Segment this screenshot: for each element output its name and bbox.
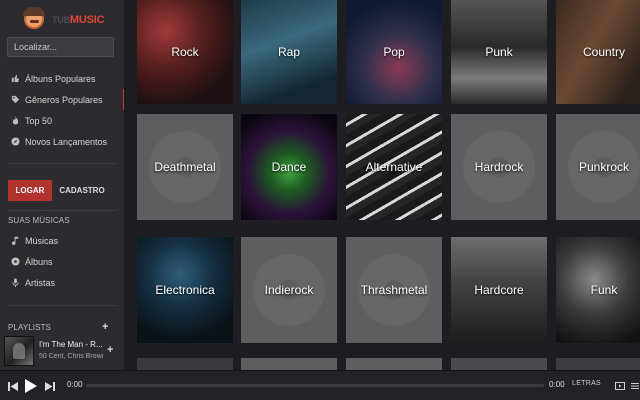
genre-tile-electronica[interactable]: Electronica: [137, 237, 233, 343]
disc-icon: [10, 257, 20, 267]
fire-icon: [10, 116, 20, 126]
genre-tile-country[interactable]: Country: [556, 0, 640, 104]
nav-item-label: Álbuns: [25, 256, 53, 267]
music-note-icon: [10, 236, 20, 246]
genre-tile-row4[interactable]: [137, 358, 233, 370]
album-art-thumbnail: [4, 336, 34, 366]
nav-item-top-50[interactable]: Top 50: [0, 110, 124, 131]
now-playing-artist: 50 Cent, Chris Browi: [39, 353, 103, 360]
genre-tile-alternative[interactable]: Alternative: [346, 114, 442, 220]
genre-label: Pop: [383, 45, 405, 59]
sidebar: TUBMUSIC Álbuns Populares Gêneros Popula…: [0, 0, 125, 370]
genre-label: Deathmetal: [154, 160, 216, 174]
nav-item-new-releases[interactable]: Novos Lançamentos: [0, 131, 124, 152]
genre-label: Rap: [277, 45, 300, 59]
nav-item-label: Músicas: [25, 235, 59, 246]
genre-grid: Rock Rap Pop Punk Country Deathmetal Dan…: [125, 0, 640, 370]
genre-tile-deathmetal[interactable]: Deathmetal: [137, 114, 233, 220]
genre-label: Country: [582, 45, 626, 59]
genre-label: Dance: [271, 160, 307, 174]
genre-label: Indierock: [264, 283, 314, 297]
genre-tile-punkrock[interactable]: Punkrock: [556, 114, 640, 220]
progress-bar[interactable]: [86, 384, 544, 387]
divider: [8, 163, 116, 164]
genre-tile-indierock[interactable]: Indierock: [241, 237, 337, 343]
nav-item-label: Gêneros Populares: [25, 94, 103, 105]
genre-tile-row4[interactable]: [241, 358, 337, 370]
nav-item-songs[interactable]: Músicas: [0, 230, 124, 251]
nav-item-albums[interactable]: Álbuns: [0, 251, 124, 272]
my-music-title: SUAS MÚSICAS: [8, 216, 70, 225]
microphone-icon: [10, 278, 20, 288]
nav-item-popular-albums[interactable]: Álbuns Populares: [0, 68, 124, 89]
search-input[interactable]: [7, 37, 114, 57]
now-playing-title: I'm The Man - R...: [39, 340, 103, 349]
login-button[interactable]: LOGAR: [8, 180, 52, 201]
logo-mascot-icon: [23, 7, 45, 29]
genre-tile-hardrock[interactable]: Hardrock: [451, 114, 547, 220]
genre-tile-row4[interactable]: [346, 358, 442, 370]
current-time: 0:00: [67, 380, 83, 389]
logo-text: TUBMUSIC: [52, 14, 105, 26]
genre-label: Funk: [590, 283, 618, 297]
play-button[interactable]: [24, 378, 38, 394]
genre-label: Punkrock: [578, 160, 630, 174]
genre-tile-pop[interactable]: Pop: [346, 0, 442, 104]
genre-tile-rap[interactable]: Rap: [241, 0, 337, 104]
compass-icon: [10, 137, 20, 147]
genre-label: Punk: [485, 45, 513, 59]
genre-tile-hardcore[interactable]: Hardcore: [451, 237, 547, 343]
genre-label: Thrashmetal: [360, 283, 428, 297]
genre-tile-dance[interactable]: Dance: [241, 114, 337, 220]
divider: [8, 305, 116, 306]
queue-menu-icon[interactable]: [630, 378, 640, 394]
duration: 0:00: [549, 380, 565, 389]
register-button[interactable]: CADASTRO: [56, 180, 108, 201]
nav-item-label: Artistas: [25, 277, 56, 288]
nav-item-label: Top 50: [25, 115, 53, 126]
nav-item-popular-genres[interactable]: Gêneros Populares: [0, 89, 124, 110]
add-playlist-icon[interactable]: +: [102, 321, 108, 333]
now-playing[interactable]: I'm The Man - R... 50 Cent, Chris Browi …: [0, 336, 124, 368]
lyrics-button[interactable]: LETRAS: [572, 380, 601, 387]
genre-label: Alternative: [365, 160, 423, 174]
genre-label: Electronica: [155, 283, 215, 297]
genre-tile-punk[interactable]: Punk: [451, 0, 547, 104]
my-music-nav: Músicas Álbuns Artistas: [0, 230, 124, 293]
thumbs-up-icon: [10, 74, 20, 84]
nav-item-artists[interactable]: Artistas: [0, 272, 124, 293]
nav-item-label: Álbuns Populares: [25, 73, 96, 84]
genre-tile-funk[interactable]: Funk: [556, 237, 640, 343]
genre-label: Hardcore: [474, 283, 524, 297]
main-nav: Álbuns Populares Gêneros Populares Top 5…: [0, 68, 124, 152]
playlists-title: PLAYLISTS: [8, 323, 51, 332]
genre-tile-row4[interactable]: [556, 358, 640, 370]
previous-track-icon[interactable]: [7, 378, 19, 394]
divider: [8, 210, 116, 211]
tag-icon: [10, 95, 20, 105]
genre-label: Hardrock: [474, 160, 524, 174]
add-to-playlist-icon[interactable]: +: [107, 344, 113, 356]
genre-tile-thrashmetal[interactable]: Thrashmetal: [346, 237, 442, 343]
genre-tile-row4[interactable]: [451, 358, 547, 370]
next-track-icon[interactable]: [44, 378, 56, 394]
genre-label: Rock: [171, 45, 199, 59]
video-icon[interactable]: [614, 378, 626, 394]
app-logo[interactable]: TUBMUSIC: [18, 6, 118, 32]
player-bar: 0:00 0:00 LETRAS: [0, 370, 640, 400]
genre-tile-rock[interactable]: Rock: [137, 0, 233, 104]
nav-item-label: Novos Lançamentos: [25, 136, 108, 147]
